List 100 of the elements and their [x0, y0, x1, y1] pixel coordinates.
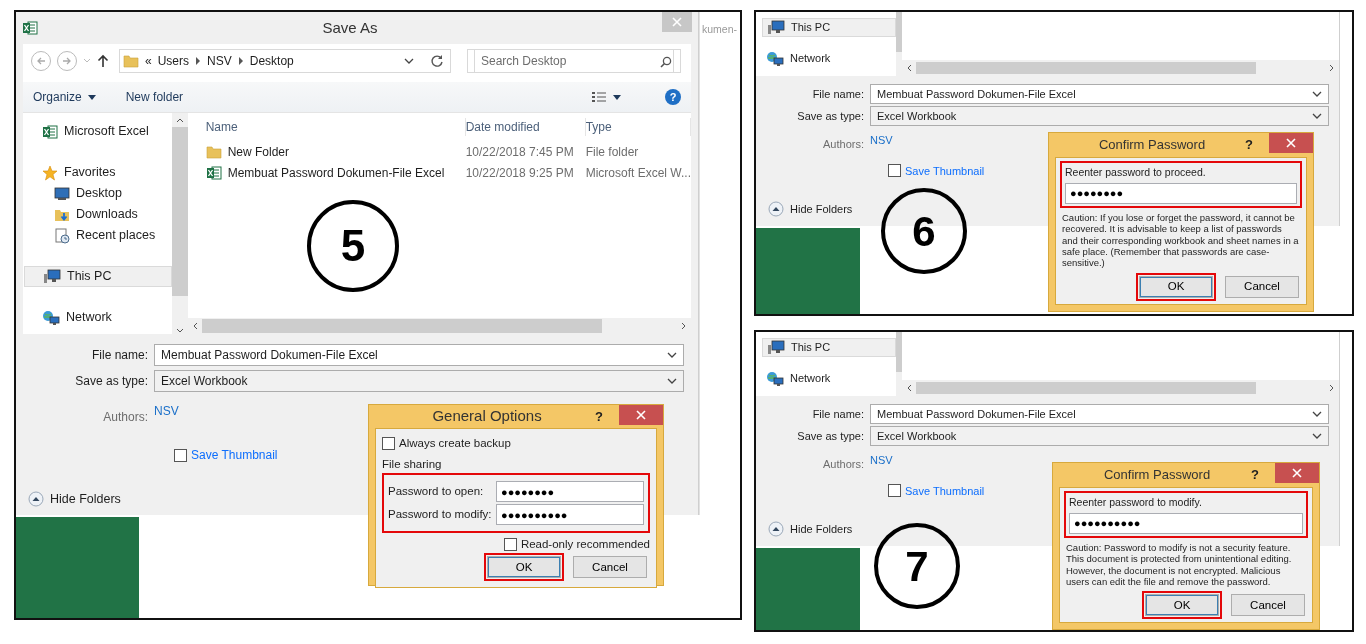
save-thumbnail-label[interactable]: Save Thumbnail — [905, 482, 985, 499]
hide-folders-button[interactable]: Hide Folders — [768, 521, 853, 538]
file-type-dropdown[interactable]: Excel Workbook — [870, 426, 1329, 446]
monitor-icon — [54, 186, 70, 201]
authors-link[interactable]: NSV — [870, 134, 893, 147]
computer-icon — [767, 19, 785, 36]
close-icon — [636, 410, 646, 420]
breadcrumb-item[interactable]: Desktop — [249, 52, 294, 70]
authors-link[interactable]: NSV — [154, 404, 179, 418]
help-button[interactable]: ? — [1245, 135, 1253, 155]
dialog-button[interactable]: OK — [1139, 275, 1213, 298]
scrollbar[interactable] — [902, 60, 1339, 76]
sidebar-item[interactable]: Microsoft Excel — [24, 121, 172, 142]
column-header[interactable]: Date modified — [465, 118, 586, 136]
password-field[interactable]: ●●●●●●●●●● — [496, 504, 644, 525]
column-header[interactable]: Type — [585, 118, 691, 136]
close-button[interactable] — [1269, 133, 1313, 153]
checkbox[interactable] — [888, 164, 901, 178]
authors-label: Authors: — [822, 137, 864, 152]
sidebar-item[interactable]: Favorites — [24, 162, 172, 183]
checkbox-label: Always create backup — [399, 435, 511, 451]
password-field[interactable]: ●●●●●●●● — [1065, 182, 1297, 204]
search-field[interactable]: Search Desktop — [474, 49, 674, 73]
file-name[interactable]: New Folder — [227, 142, 289, 161]
file-name[interactable]: Membuat Password Dokumen-File Excel — [227, 163, 445, 182]
dialog-button[interactable]: OK — [1145, 594, 1219, 617]
help-button[interactable]: ? — [1251, 465, 1259, 485]
dialog-title: General Options — [431, 406, 543, 426]
search-icon — [660, 56, 672, 68]
authors-link[interactable]: NSV — [870, 454, 893, 467]
view-options-button[interactable] — [591, 91, 621, 103]
collapse-icon — [28, 491, 44, 508]
dialog-button[interactable]: OK — [487, 556, 561, 579]
field-label: Save as type: — [74, 373, 148, 390]
checkbox[interactable] — [382, 436, 395, 450]
help-button[interactable]: ? — [595, 406, 603, 426]
sidebar-item[interactable]: Desktop — [24, 183, 172, 204]
sidebar-item[interactable]: This PC — [762, 18, 896, 37]
scroll-left-icon[interactable] — [906, 64, 912, 72]
scroll-up-icon[interactable] — [175, 117, 184, 123]
save-thumbnail-label[interactable]: Save Thumbnail — [191, 446, 278, 464]
scroll-right-icon[interactable] — [681, 322, 687, 330]
sidebar-item[interactable]: Downloads — [24, 204, 172, 225]
sidebar-item[interactable]: Network — [24, 307, 172, 328]
checkbox[interactable] — [174, 448, 187, 462]
scroll-right-icon[interactable] — [1329, 64, 1335, 72]
sidebar-item[interactable]: Recent places — [24, 225, 172, 246]
list-view-icon — [591, 91, 607, 103]
network-icon — [42, 309, 60, 326]
excel-icon — [42, 123, 58, 140]
sidebar-item[interactable]: This PC — [24, 266, 172, 287]
prompt-label: Reenter password to proceed. — [1065, 165, 1207, 180]
address-bar[interactable]: « Users NSV Desktop — [119, 49, 451, 73]
scroll-down-icon[interactable] — [175, 328, 184, 334]
breadcrumb-item[interactable]: Users — [157, 52, 190, 70]
scroll-left-icon[interactable] — [191, 322, 198, 330]
column-header[interactable]: Name — [205, 118, 466, 136]
chevron-down-icon — [404, 57, 414, 65]
file-type: File folder — [585, 143, 640, 161]
file-name-field[interactable]: Membuat Password Dokumen-File Excel — [870, 84, 1329, 104]
hide-folders-button[interactable]: Hide Folders — [768, 201, 853, 218]
excel-icon — [22, 20, 38, 36]
scroll-right-icon[interactable] — [1329, 384, 1335, 392]
file-name-field[interactable]: Membuat Password Dokumen-File Excel — [870, 404, 1329, 424]
chevron-down-icon — [667, 351, 677, 359]
refresh-icon[interactable] — [430, 54, 444, 68]
help-button[interactable]: ? — [665, 89, 681, 105]
field-label: File name: — [811, 406, 864, 422]
sidebar-item[interactable]: This PC — [762, 338, 896, 357]
chevron-down-icon — [1312, 410, 1322, 418]
checkbox[interactable] — [503, 538, 517, 552]
field-label: File name: — [90, 347, 148, 364]
close-button[interactable] — [1275, 463, 1319, 483]
scrollbar[interactable] — [902, 380, 1339, 396]
field-label: Save as type: — [796, 428, 864, 444]
hide-folders-button[interactable]: Hide Folders — [28, 490, 121, 509]
overflow-button[interactable]: « — [145, 52, 152, 70]
toolbar-button[interactable]: New folder — [125, 88, 184, 106]
save-thumbnail-label[interactable]: Save Thumbnail — [905, 162, 985, 179]
dialog-button[interactable]: Cancel — [1225, 275, 1299, 298]
close-button[interactable] — [619, 405, 663, 425]
password-field[interactable]: ●●●●●●●● — [496, 481, 644, 502]
file-name-field[interactable]: Membuat Password Dokumen-File Excel — [154, 344, 684, 366]
excel-icon — [205, 164, 222, 181]
file-type-dropdown[interactable]: Excel Workbook — [154, 370, 684, 392]
sidebar-item[interactable]: Network — [762, 369, 896, 388]
up-arrow-icon[interactable] — [97, 54, 109, 68]
sidebar-item[interactable]: Network — [762, 49, 896, 68]
dialog-button[interactable]: Cancel — [1231, 594, 1305, 617]
file-type: Microsoft Excel W... — [585, 164, 691, 182]
password-field[interactable]: ●●●●●●●●●● — [1069, 512, 1303, 534]
toolbar-button[interactable]: Organize — [33, 88, 96, 106]
file-type-dropdown[interactable]: Excel Workbook — [870, 106, 1329, 126]
dialog-button[interactable]: Cancel — [573, 556, 647, 579]
scroll-left-icon[interactable] — [906, 384, 912, 392]
computer-icon — [767, 339, 785, 356]
field-label: File name: — [811, 86, 864, 102]
scrollbar[interactable] — [171, 113, 188, 334]
breadcrumb-item[interactable]: NSV — [207, 52, 232, 70]
checkbox[interactable] — [888, 484, 901, 498]
